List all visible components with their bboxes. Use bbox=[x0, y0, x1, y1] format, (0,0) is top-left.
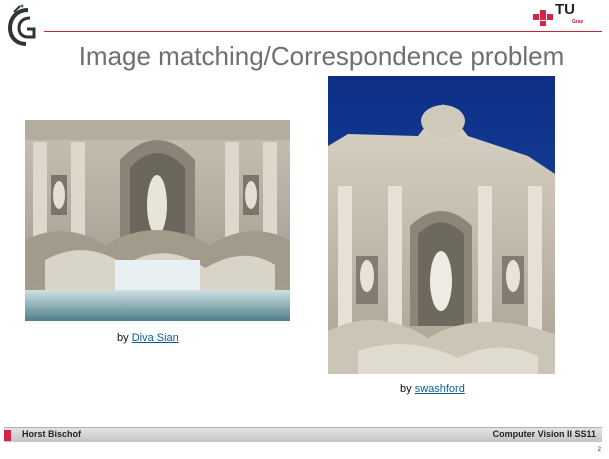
author-link-swashford[interactable]: swashford bbox=[415, 383, 465, 395]
caption-right-prefix: by bbox=[400, 383, 412, 395]
caption-right: by swashford bbox=[400, 383, 465, 395]
footer-bar: Horst Bischof Computer Vision II SS11 bbox=[4, 427, 602, 442]
trevi-fountain-photo-left bbox=[25, 120, 290, 321]
footer-accent-mark bbox=[4, 430, 11, 441]
slide-title: Image matching/Correspondence problem bbox=[78, 41, 565, 71]
caption-left-prefix: by bbox=[117, 332, 129, 344]
footer-author: Horst Bischof bbox=[22, 429, 82, 439]
caption-left: by Diva Sian bbox=[117, 332, 179, 344]
trevi-fountain-photo-right bbox=[328, 76, 555, 374]
tu-logo-subtext: Graz bbox=[572, 19, 584, 25]
footer-course: Computer Vision II SS11 bbox=[492, 429, 596, 439]
page-number: 2 bbox=[597, 447, 601, 453]
tu-logo-text: TU bbox=[555, 1, 575, 18]
author-link-diva-sian[interactable]: Diva Sian bbox=[132, 332, 179, 344]
slide: TU Graz Image matching/Correspondence pr… bbox=[0, 0, 609, 459]
header-rule bbox=[44, 31, 602, 32]
